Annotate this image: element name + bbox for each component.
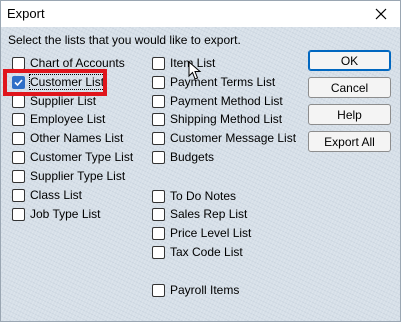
checkbox-label: Budgets (170, 150, 215, 164)
close-icon (375, 8, 387, 20)
checkbox-label: Supplier List (30, 94, 97, 108)
title-bar: Export (1, 1, 400, 27)
checkbox-box[interactable] (152, 75, 165, 89)
checkbox-box[interactable] (152, 131, 165, 145)
checkbox-label: Sales Rep List (170, 207, 248, 221)
checkbox-label: Price Level List (170, 226, 252, 240)
export-all-button[interactable]: Export All (308, 131, 391, 152)
checkbox-item-list[interactable]: Item List (152, 55, 215, 71)
checkbox-payroll-items[interactable]: Payroll Items (152, 282, 239, 298)
checkbox-customer-message-list[interactable]: Customer Message List (152, 130, 296, 146)
checkbox-payment-method-list[interactable]: Payment Method List (152, 93, 283, 109)
checkbox-supplier-list[interactable]: Supplier List (12, 93, 96, 109)
checkbox-box[interactable] (12, 188, 25, 202)
checkbox-label: Customer List (28, 74, 106, 90)
checkbox-label: Employee List (30, 112, 106, 126)
checkbox-box[interactable] (12, 56, 25, 70)
close-button[interactable] (366, 1, 396, 27)
checkbox-label: Payroll Items (170, 283, 240, 297)
checkbox-label: Other Names List (30, 131, 124, 145)
checkbox-box[interactable] (152, 150, 165, 164)
checkbox-supplier-type-list[interactable]: Supplier Type List (12, 168, 125, 184)
checkbox-box[interactable] (12, 131, 25, 145)
checkmark-icon (14, 78, 23, 86)
checkbox-box[interactable] (12, 150, 25, 164)
checkbox-label: Customer Type List (30, 150, 134, 164)
checkbox-customer-type-list[interactable]: Customer Type List (12, 149, 133, 165)
checkbox-box[interactable] (152, 226, 165, 240)
checkbox-employee-list[interactable]: Employee List (12, 111, 105, 127)
checkbox-box[interactable] (152, 207, 165, 221)
checkbox-box[interactable] (152, 283, 165, 297)
checkbox-label: Payment Method List (170, 94, 283, 108)
checkbox-label: Supplier Type List (30, 169, 126, 183)
checkbox-label: Shipping Method List (170, 112, 283, 126)
export-dialog: Export Select the lists that you would l… (0, 0, 401, 322)
checkbox-job-type-list[interactable]: Job Type List (12, 206, 101, 222)
checkbox-sales-rep-list[interactable]: Sales Rep List (152, 206, 247, 222)
checkbox-shipping-method-list[interactable]: Shipping Method List (152, 111, 282, 127)
checkbox-box[interactable] (12, 207, 25, 221)
checkbox-box[interactable] (12, 169, 25, 183)
checkbox-chart-of-accounts[interactable]: Chart of Accounts (12, 55, 125, 71)
checkbox-box[interactable] (12, 75, 25, 89)
checkbox-box[interactable] (12, 94, 25, 108)
checkbox-to-do-notes[interactable]: To Do Notes (152, 188, 236, 204)
cancel-button[interactable]: Cancel (308, 77, 391, 98)
help-button[interactable]: Help (308, 104, 391, 125)
ok-button[interactable]: OK (308, 50, 391, 71)
checkbox-box[interactable] (152, 189, 165, 203)
checkbox-label: Tax Code List (170, 245, 243, 259)
instruction-text: Select the lists that you would like to … (8, 33, 241, 47)
checkbox-class-list[interactable]: Class List (12, 187, 82, 203)
checkbox-label: Chart of Accounts (30, 56, 125, 70)
checkbox-label: Customer Message List (170, 131, 297, 145)
dialog-title: Export (7, 6, 45, 21)
checkbox-box[interactable] (12, 112, 25, 126)
checkbox-label: Payment Terms List (170, 75, 276, 89)
checkbox-box[interactable] (152, 112, 165, 126)
checkbox-label: Item List (170, 56, 216, 70)
checkbox-customer-list[interactable]: Customer List (12, 74, 106, 90)
checkbox-label: Class List (30, 188, 83, 202)
checkbox-payment-terms-list[interactable]: Payment Terms List (152, 74, 275, 90)
checkbox-box[interactable] (152, 245, 165, 259)
checkbox-budgets[interactable]: Budgets (152, 149, 214, 165)
checkbox-price-level-list[interactable]: Price Level List (152, 225, 251, 241)
checkbox-box[interactable] (152, 56, 165, 70)
checkbox-tax-code-list[interactable]: Tax Code List (152, 244, 243, 260)
checkbox-box[interactable] (152, 94, 165, 108)
checkbox-label: To Do Notes (170, 189, 237, 203)
checkbox-other-names-list[interactable]: Other Names List (12, 130, 123, 146)
checkbox-label: Job Type List (30, 207, 101, 221)
